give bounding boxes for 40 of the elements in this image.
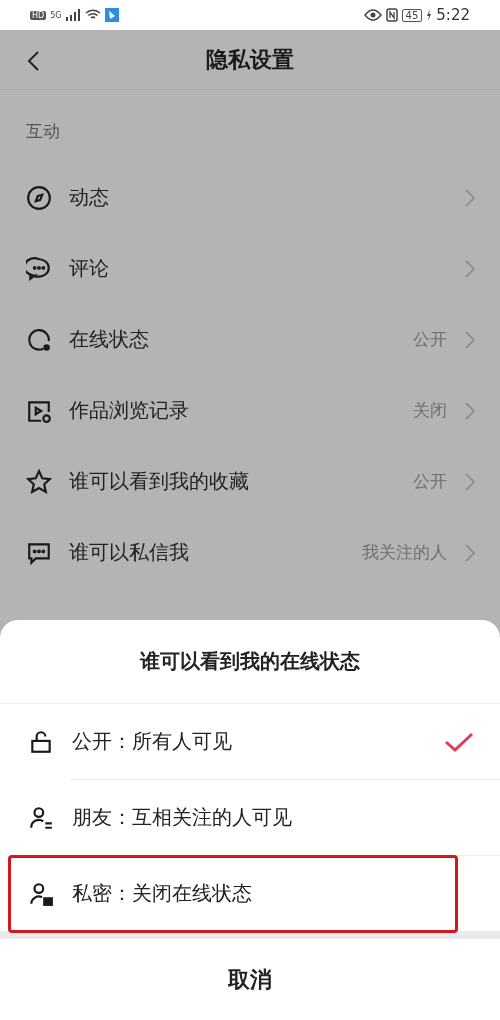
chevron-icon bbox=[464, 400, 476, 421]
setting-value: 公开 bbox=[413, 470, 447, 493]
app-notification-icon bbox=[105, 8, 120, 22]
chat-bubble-icon bbox=[26, 255, 52, 282]
setting-label[interactable]: 动态 bbox=[69, 184, 447, 211]
user-swap-icon bbox=[28, 804, 54, 831]
star-icon bbox=[26, 468, 52, 495]
signal-icon bbox=[65, 9, 82, 21]
option-label[interactable]: 朋友：互相关注的人可见 bbox=[72, 804, 474, 831]
setting-value: 我关注的人 bbox=[362, 541, 447, 564]
wifi-icon bbox=[85, 9, 102, 21]
page-title: 隐私设置 bbox=[206, 45, 294, 74]
chevron-icon bbox=[464, 187, 476, 208]
battery-level: 45 bbox=[401, 8, 423, 22]
hd-badge: HD bbox=[30, 10, 47, 20]
user-lock-icon bbox=[28, 880, 54, 907]
section-label: 互动 bbox=[26, 121, 60, 141]
option-label[interactable]: 私密：关闭在线状态 bbox=[72, 880, 474, 907]
ring-dot-icon bbox=[26, 326, 52, 353]
chevron-icon bbox=[464, 329, 476, 350]
eye-icon bbox=[363, 9, 382, 21]
setting-value: 关闭 bbox=[413, 399, 447, 422]
setting-value: 公开 bbox=[413, 328, 447, 351]
chevron-icon bbox=[464, 258, 476, 279]
unlock-icon bbox=[28, 728, 54, 755]
chevron-icon bbox=[464, 471, 476, 492]
clock-time: 5:22 bbox=[436, 6, 470, 24]
setting-label[interactable]: 谁可以私信我 bbox=[69, 539, 345, 566]
sheet-title: 谁可以看到我的在线状态 bbox=[140, 648, 360, 675]
setting-label[interactable]: 谁可以看到我的收藏 bbox=[69, 468, 396, 495]
nfc-icon bbox=[385, 8, 398, 22]
setting-label[interactable]: 作品浏览记录 bbox=[69, 397, 396, 424]
option-label[interactable]: 公开：所有人可见 bbox=[72, 728, 426, 755]
charging-icon bbox=[426, 9, 433, 21]
back-icon[interactable] bbox=[26, 50, 40, 72]
setting-label[interactable]: 评论 bbox=[69, 255, 447, 282]
compass-icon bbox=[26, 184, 52, 211]
setting-label[interactable]: 在线状态 bbox=[69, 326, 396, 353]
chevron-icon bbox=[464, 542, 476, 563]
network-type: 5G bbox=[50, 10, 62, 20]
